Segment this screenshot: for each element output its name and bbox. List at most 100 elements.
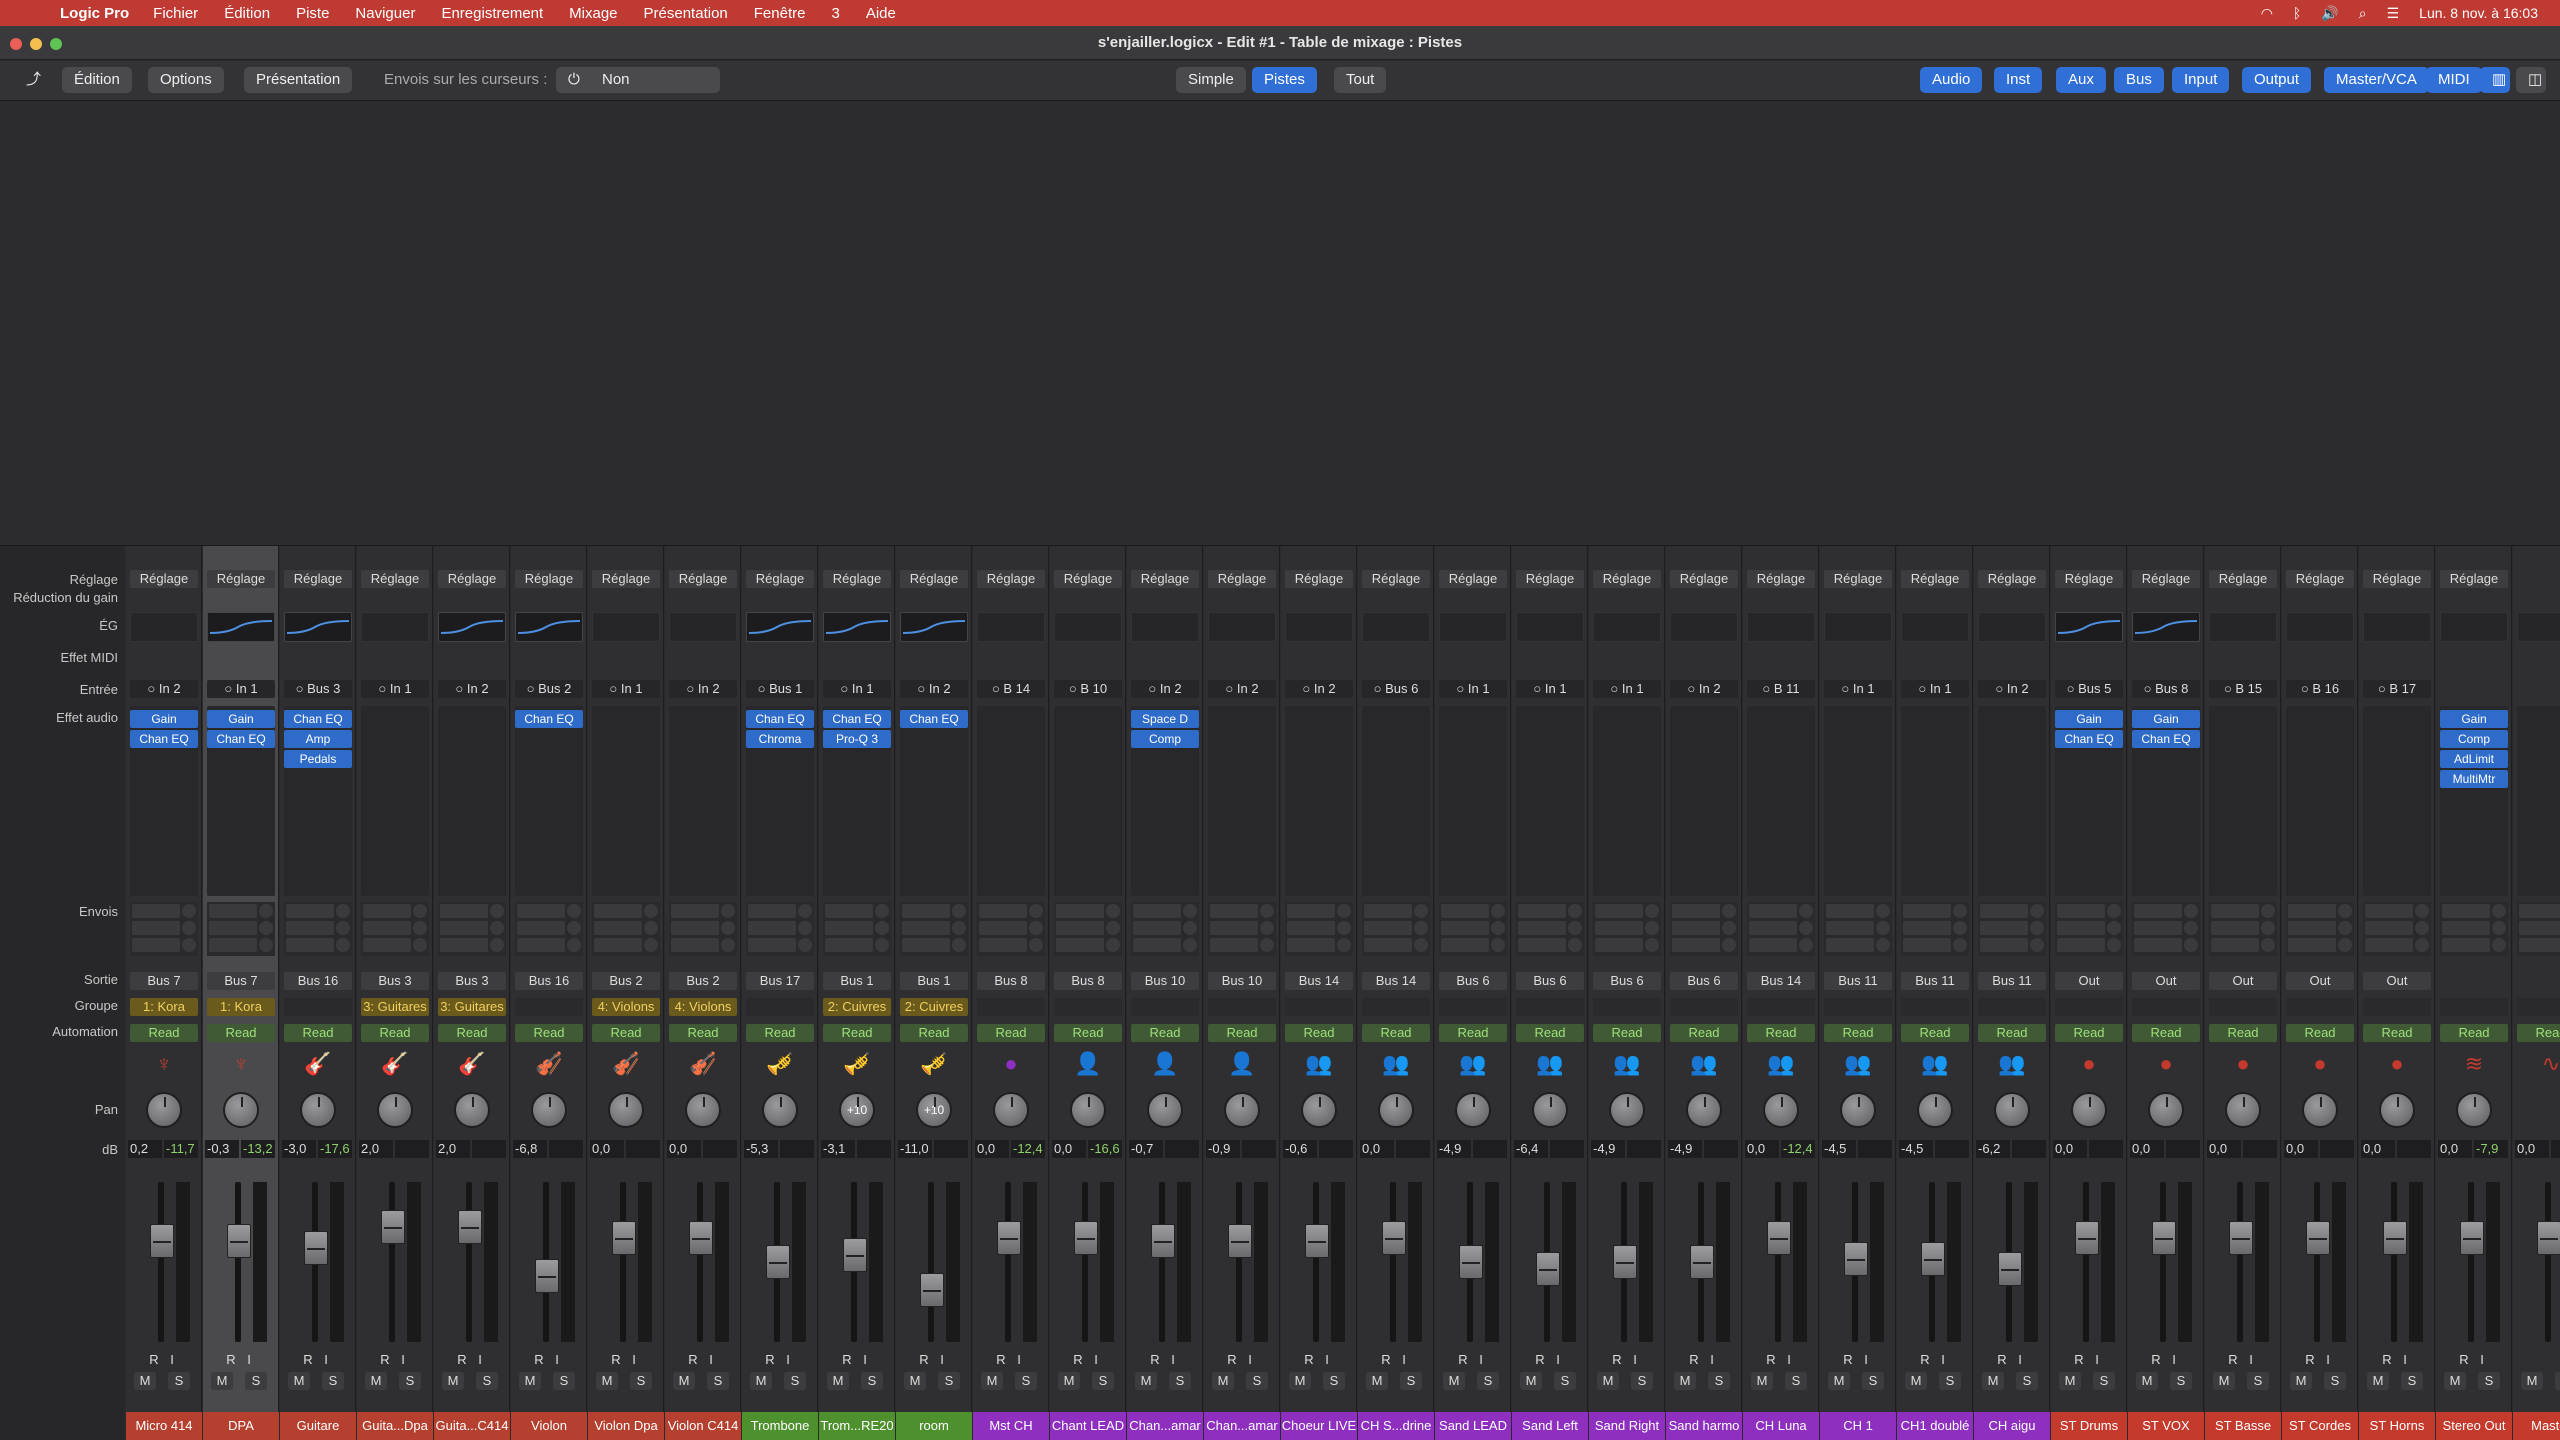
volume-readout[interactable]: -4,5 bbox=[1899, 1140, 1933, 1158]
plugin-slot[interactable]: Chan EQ bbox=[900, 710, 968, 728]
output-slot[interactable]: Bus 6 bbox=[1516, 972, 1584, 990]
output-slot[interactable]: Out bbox=[2209, 972, 2277, 990]
automation-mode[interactable]: Read bbox=[284, 1024, 352, 1042]
eq-thumbnail[interactable] bbox=[1362, 612, 1430, 642]
record-button[interactable]: R bbox=[839, 1352, 855, 1368]
control-center-icon[interactable]: ☰ bbox=[2387, 5, 2400, 22]
send-slot[interactable] bbox=[209, 904, 257, 918]
input-monitor-button[interactable]: I bbox=[1550, 1352, 1566, 1368]
peak-readout[interactable]: -13,2 bbox=[241, 1140, 275, 1158]
automation-mode[interactable]: Read bbox=[438, 1024, 506, 1042]
record-button[interactable]: R bbox=[608, 1352, 624, 1368]
solo-button[interactable]: S bbox=[1092, 1372, 1114, 1390]
send-slot[interactable] bbox=[1826, 904, 1874, 918]
automation-mode[interactable]: Read bbox=[1824, 1024, 1892, 1042]
solo-button[interactable]: S bbox=[1708, 1372, 1730, 1390]
peak-readout[interactable]: -11,7 bbox=[164, 1140, 198, 1158]
send-knob[interactable] bbox=[567, 921, 581, 935]
eq-thumbnail[interactable] bbox=[1285, 612, 1353, 642]
channel-strip[interactable]: Réglage ○ B 16 Out Read ● 0,0 R I M S ST Cordes bbox=[2282, 546, 2358, 1440]
audio-effects-area[interactable] bbox=[1516, 706, 1584, 896]
input-monitor-button[interactable]: I bbox=[2474, 1352, 2490, 1368]
mute-button[interactable]: M bbox=[2059, 1372, 2081, 1390]
record-button[interactable]: R bbox=[1455, 1352, 1471, 1368]
sends-area[interactable] bbox=[2209, 902, 2277, 956]
setting-button[interactable]: Réglage bbox=[1208, 570, 1276, 588]
automation-mode[interactable]: Read bbox=[207, 1024, 275, 1042]
group-slot[interactable] bbox=[2440, 998, 2508, 1016]
send-slot[interactable] bbox=[671, 921, 719, 935]
send-slot[interactable] bbox=[517, 904, 565, 918]
volume-fader[interactable] bbox=[1613, 1245, 1637, 1279]
mute-button[interactable]: M bbox=[2444, 1372, 2466, 1390]
channel-strip[interactable]: Réglage ○ B 11 Bus 14 Read 👥 0,0 -12,4 R I M S CH L… bbox=[1743, 546, 1819, 1440]
plugin-slot[interactable]: Chan EQ bbox=[823, 710, 891, 728]
setting-button[interactable]: Réglage bbox=[1054, 570, 1122, 588]
send-knob[interactable] bbox=[1106, 904, 1120, 918]
volume-readout[interactable]: 0,0 bbox=[2438, 1140, 2472, 1158]
peak-readout[interactable] bbox=[857, 1140, 891, 1158]
record-button[interactable]: R bbox=[377, 1352, 393, 1368]
send-knob[interactable] bbox=[2415, 904, 2429, 918]
channel-strip[interactable]: Réglage ○ In 2 Chan EQ Bus 1 2: Cuivres Read 🎺… bbox=[896, 546, 972, 1440]
track-name[interactable]: Sand Left bbox=[1512, 1412, 1588, 1440]
input-slot[interactable]: ○ Bus 3 bbox=[284, 680, 352, 698]
track-name[interactable]: Chan...amar bbox=[1204, 1412, 1280, 1440]
send-knob[interactable] bbox=[2338, 921, 2352, 935]
send-slot[interactable] bbox=[2288, 938, 2336, 952]
send-knob[interactable] bbox=[798, 904, 812, 918]
zoom-button[interactable] bbox=[50, 38, 62, 50]
input-monitor-button[interactable]: I bbox=[2243, 1352, 2259, 1368]
volume-readout[interactable]: -4,5 bbox=[1822, 1140, 1856, 1158]
send-slot[interactable] bbox=[2365, 904, 2413, 918]
menu-aide[interactable]: Aide bbox=[866, 5, 896, 22]
output-slot[interactable]: Bus 1 bbox=[900, 972, 968, 990]
choir-icon[interactable]: 👥 bbox=[1534, 1048, 1566, 1080]
setting-button[interactable]: Réglage bbox=[1824, 570, 1892, 588]
send-knob[interactable] bbox=[1414, 921, 1428, 935]
eq-thumbnail[interactable] bbox=[900, 612, 968, 642]
peak-readout[interactable] bbox=[780, 1140, 814, 1158]
send-slot[interactable] bbox=[2442, 904, 2490, 918]
send-knob[interactable] bbox=[875, 921, 889, 935]
eq-thumbnail[interactable] bbox=[515, 612, 583, 642]
send-knob[interactable] bbox=[336, 921, 350, 935]
automation-mode[interactable]: Read bbox=[1054, 1024, 1122, 1042]
setting-button[interactable]: Réglage bbox=[284, 570, 352, 588]
pan-knob[interactable] bbox=[377, 1092, 413, 1128]
input-slot[interactable]: ○ Bus 5 bbox=[2055, 680, 2123, 698]
send-knob[interactable] bbox=[1414, 938, 1428, 952]
send-slot[interactable] bbox=[1672, 938, 1720, 952]
wifi-icon[interactable]: ◠ bbox=[2261, 5, 2273, 22]
peak-readout[interactable] bbox=[1319, 1140, 1353, 1158]
volume-readout[interactable]: -4,9 bbox=[1591, 1140, 1625, 1158]
input-monitor-button[interactable]: I bbox=[1935, 1352, 1951, 1368]
send-slot[interactable] bbox=[1364, 938, 1412, 952]
automation-mode[interactable]: Read bbox=[2363, 1024, 2431, 1042]
sends-area[interactable] bbox=[1208, 902, 1276, 956]
volume-fader[interactable] bbox=[1305, 1224, 1329, 1258]
plugin-slot[interactable]: Gain bbox=[2055, 710, 2123, 728]
send-slot[interactable] bbox=[825, 904, 873, 918]
solo-button[interactable]: S bbox=[1400, 1372, 1422, 1390]
group-slot[interactable] bbox=[1593, 998, 1661, 1016]
pan-knob[interactable] bbox=[1686, 1092, 1722, 1128]
volume-fader[interactable] bbox=[304, 1231, 328, 1265]
output-slot[interactable]: Bus 17 bbox=[746, 972, 814, 990]
plugin-slot[interactable]: Chan EQ bbox=[515, 710, 583, 728]
channel-strip[interactable]: Réglage ○ Bus 1 Chan EQ Chroma Bus 17 Read 🎺 -5… bbox=[742, 546, 818, 1440]
track-name[interactable]: room bbox=[896, 1412, 972, 1440]
eq-thumbnail[interactable] bbox=[438, 612, 506, 642]
audio-effects-area[interactable] bbox=[669, 706, 737, 896]
record-button[interactable]: R bbox=[762, 1352, 778, 1368]
output-slot[interactable]: Out bbox=[2055, 972, 2123, 990]
volume-readout[interactable]: -4,9 bbox=[1668, 1140, 1702, 1158]
sends-area[interactable] bbox=[977, 902, 1045, 956]
plugin-slot[interactable]: MultiMtr bbox=[2440, 770, 2508, 788]
track-name[interactable]: Guita...Dpa bbox=[357, 1412, 433, 1440]
volume-readout[interactable]: -3,0 bbox=[282, 1140, 316, 1158]
track-name[interactable]: Trom...RE20 bbox=[819, 1412, 895, 1440]
eq-thumbnail[interactable] bbox=[2132, 612, 2200, 642]
send-slot[interactable] bbox=[209, 921, 257, 935]
send-slot[interactable] bbox=[2134, 921, 2182, 935]
